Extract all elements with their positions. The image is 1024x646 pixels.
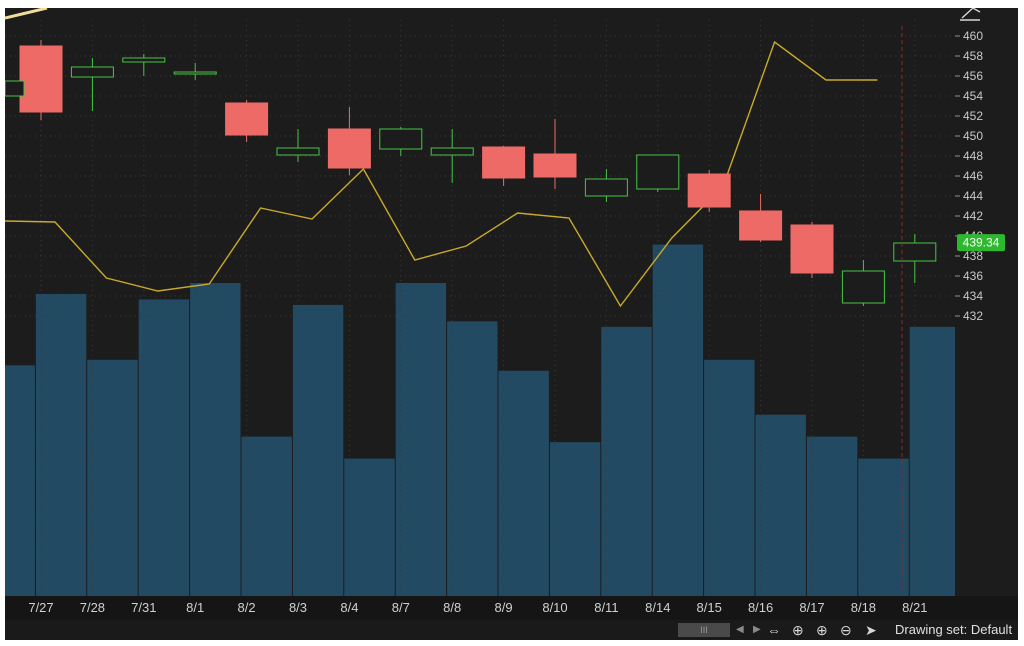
x-tick-label: 8/10 — [542, 600, 567, 615]
volume-bar — [601, 326, 652, 596]
volume-bar — [755, 414, 806, 596]
candle-body-partial — [5, 80, 25, 97]
volume-bar — [87, 359, 138, 596]
y-tick-label: 454 — [963, 89, 983, 103]
volume-bar — [858, 458, 909, 596]
candle-body — [430, 147, 474, 156]
x-tick-label: 7/28 — [80, 600, 105, 615]
x-tick-label: 8/9 — [495, 600, 513, 615]
volume-bar — [395, 282, 447, 596]
candle-body — [533, 153, 577, 178]
volume-bar — [447, 321, 498, 596]
candle-body — [173, 71, 217, 75]
candle-body — [841, 270, 885, 304]
volume-bar — [549, 442, 601, 596]
drawing-set-label[interactable]: Drawing set: Default — [895, 622, 1012, 638]
x-tick-label: 8/1 — [186, 600, 204, 615]
volume-bar — [909, 326, 955, 596]
candle-body — [379, 128, 423, 150]
price-chart[interactable]: 7/27 7/28 7/31 8/1 8/2 8/3 8/4 8/7 8/8 8/9 8/10 8/1… — [5, 8, 1018, 620]
chart-window: 7/27 7/28 7/31 8/1 8/2 8/3 8/4 8/7 8/8 8/9 8/10 8/1… — [5, 8, 1018, 640]
volume-bar — [241, 436, 292, 596]
x-tick-label: 7/31 — [131, 600, 156, 615]
candle-body — [790, 224, 834, 274]
volume-bar — [138, 299, 190, 596]
x-tick-label: 8/3 — [289, 600, 307, 615]
last-price-value: 439.34 — [963, 236, 1000, 250]
crosshair-icon[interactable]: ⊕ — [792, 621, 804, 639]
y-tick-label: 444 — [963, 189, 983, 203]
x-tick-label: 8/21 — [902, 600, 927, 615]
y-tick-label: 442 — [963, 209, 983, 223]
scrollbar-thumb[interactable]: III — [678, 623, 730, 637]
candle-body — [327, 128, 371, 169]
x-tick-label: 8/7 — [392, 600, 410, 615]
horizontal-resize-icon[interactable]: ⇔ — [767, 621, 781, 639]
x-tick-label: 7/27 — [28, 600, 53, 615]
x-tick-label: 8/11 — [594, 600, 618, 615]
scroll-right-icon[interactable]: ▶ — [753, 621, 761, 639]
y-tick-label: 436 — [963, 269, 983, 283]
y-tick-label: 434 — [963, 289, 983, 303]
candle — [790, 222, 834, 278]
pointer-icon[interactable]: ➤ — [865, 621, 877, 639]
x-axis: 7/27 7/28 7/31 8/1 8/2 8/3 8/4 8/7 8/8 8/9 8/10 8/1… — [5, 596, 1018, 620]
x-tick-label: 8/8 — [443, 600, 461, 615]
y-tick-label: 458 — [963, 49, 983, 63]
volume-bar — [5, 365, 35, 596]
x-tick-label: 8/17 — [799, 600, 824, 615]
volume-bar — [652, 244, 704, 596]
status-bar: III ◀ ▶ ⇔ ⊕ ⊕ ⊖ ➤ Drawing set: Default — [5, 620, 1018, 640]
candle — [19, 40, 63, 120]
candle-body — [584, 178, 628, 197]
y-tick-label: 446 — [963, 169, 983, 183]
volume-bar — [704, 359, 755, 596]
volume-bar — [344, 458, 395, 596]
candle-body — [893, 242, 937, 262]
zoom-out-icon[interactable]: ⊖ — [840, 621, 852, 639]
candle-body — [70, 66, 114, 78]
y-tick-label: 456 — [963, 69, 983, 83]
candle-body — [636, 154, 680, 190]
candle-body — [225, 102, 269, 136]
y-tick-label: 460 — [963, 29, 983, 43]
candle-body — [482, 146, 526, 179]
x-tick-label: 8/14 — [645, 600, 670, 615]
candle — [636, 154, 680, 192]
x-tick-label: 8/15 — [697, 600, 722, 615]
x-tick-label: 8/18 — [851, 600, 876, 615]
x-tick-label: 8/16 — [748, 600, 773, 615]
x-tick-label: 8/4 — [340, 600, 358, 615]
last-price-label: 439.34 — [957, 234, 1005, 252]
candle-body — [276, 147, 320, 156]
zoom-in-icon[interactable]: ⊕ — [816, 621, 828, 639]
volume-bar — [498, 370, 549, 596]
x-tick-label: 8/2 — [238, 600, 256, 615]
y-tick-label: 452 — [963, 109, 983, 123]
volume-bar — [190, 282, 241, 596]
y-axis: 4604584564544524504484464444424404384364… — [955, 8, 1018, 596]
candle-body — [739, 210, 783, 241]
volume-bar — [35, 293, 87, 596]
volume-bar — [292, 304, 344, 596]
candle-body — [19, 45, 63, 113]
volume-bar — [806, 436, 858, 596]
candle-body — [687, 173, 731, 208]
candle — [687, 170, 731, 212]
scroll-left-icon[interactable]: ◀ — [736, 621, 744, 639]
y-tick-label: 448 — [963, 149, 983, 163]
candle-body — [122, 57, 166, 63]
y-tick-label: 450 — [963, 129, 983, 143]
y-tick-label: 432 — [963, 309, 983, 323]
